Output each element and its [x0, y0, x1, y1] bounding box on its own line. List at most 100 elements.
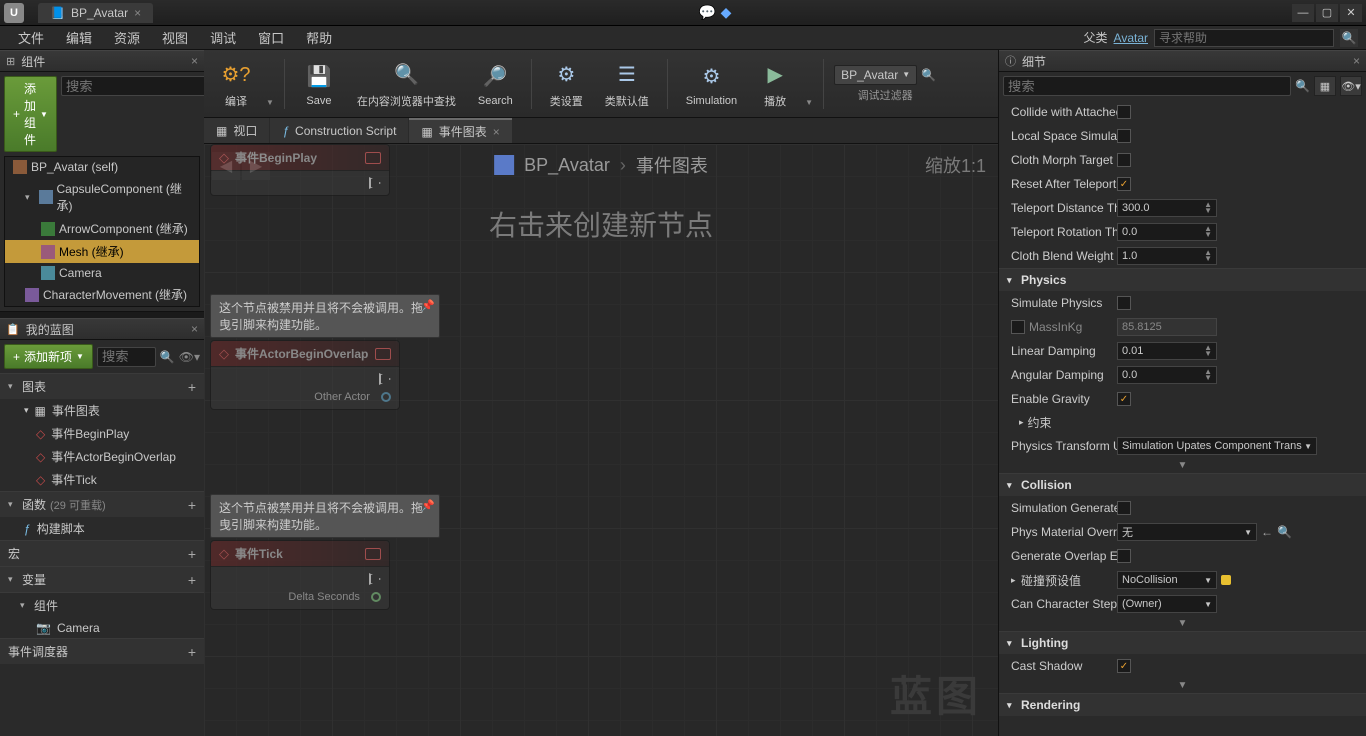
close-button[interactable]: ✕	[1340, 4, 1362, 22]
expand-physics[interactable]: ▼	[999, 458, 1366, 473]
row-constraints[interactable]: ▸约束	[999, 411, 1366, 434]
add-macro-icon[interactable]: +	[188, 546, 196, 562]
eye-icon[interactable]: 👁▾	[179, 350, 200, 364]
chat-icon[interactable]: 💬	[699, 4, 717, 22]
combo-box[interactable]: 无▼	[1117, 523, 1257, 541]
reset-to-default-icon[interactable]	[1221, 575, 1231, 585]
graph-canvas[interactable]: ◀ ▶ BP_Avatar › 事件图表 缩放1:1 右击来创建新节点 蓝图 ◇…	[204, 144, 998, 736]
comp-capsule[interactable]: ▾CapsuleComponent (继承)	[5, 177, 199, 217]
menu-view[interactable]: 视图	[152, 26, 198, 49]
checkbox[interactable]	[1117, 296, 1131, 310]
tab-eventgraph[interactable]: ▦事件图表×	[409, 118, 511, 143]
comp-charmove[interactable]: CharacterMovement (继承)	[5, 283, 199, 306]
source-control-icon[interactable]: ◆	[721, 4, 739, 22]
enable-toggle[interactable]	[365, 152, 381, 164]
checkbox[interactable]	[1117, 129, 1131, 143]
expand-collision[interactable]: ▼	[999, 616, 1366, 631]
add-new-button[interactable]: + 添加新项 ▼	[4, 344, 93, 369]
category-physics[interactable]: ▾Physics	[999, 268, 1366, 291]
exec-out-pin[interactable]	[369, 573, 381, 585]
node-tick[interactable]: ◇事件Tick Delta Seconds	[210, 540, 390, 610]
breadcrumb-leaf[interactable]: 事件图表	[636, 152, 708, 178]
add-variable-icon[interactable]: +	[188, 572, 196, 588]
category-lighting[interactable]: ▾Lighting	[999, 631, 1366, 654]
exec-out-pin[interactable]	[369, 177, 381, 189]
add-component-button[interactable]: + 添加组件 ▼	[4, 76, 57, 152]
item-eventgraph[interactable]: ▾▦事件图表	[0, 399, 204, 422]
add-graph-icon[interactable]: +	[188, 379, 196, 395]
expand-icon[interactable]: ▾	[25, 192, 35, 203]
checkbox[interactable]	[1117, 659, 1131, 673]
event-tick[interactable]: ◇事件Tick	[0, 468, 204, 491]
section-dispatchers[interactable]: 事件调度器+	[0, 638, 204, 664]
browse-icon[interactable]: 🔍	[1277, 525, 1292, 539]
search-icon[interactable]: 🔍	[1340, 29, 1358, 47]
checkbox[interactable]	[1117, 549, 1131, 563]
number-input[interactable]: 0.01▲▼	[1117, 342, 1217, 360]
window-tab[interactable]: 📘 BP_Avatar ×	[38, 3, 153, 23]
search-button[interactable]: 🔎Search	[470, 57, 521, 111]
menu-edit[interactable]: 编辑	[56, 26, 102, 49]
myblueprint-search-input[interactable]	[97, 347, 156, 367]
add-function-icon[interactable]: +	[188, 497, 196, 513]
number-input[interactable]: 300.0▲▼	[1117, 199, 1217, 217]
maximize-button[interactable]: ▢	[1316, 4, 1338, 22]
combo-box[interactable]: NoCollision▼	[1117, 571, 1217, 589]
tab-viewport[interactable]: ▦视口	[204, 118, 269, 143]
event-actorbeginoverlap[interactable]: ◇事件ActorBeginOverlap	[0, 445, 204, 468]
search-icon[interactable]: 🔍	[921, 68, 936, 82]
class-settings-button[interactable]: ⚙类设置	[542, 55, 591, 113]
section-graphs[interactable]: ▾图表+	[0, 373, 204, 399]
comp-mesh[interactable]: Mesh (继承)	[5, 240, 199, 263]
details-search-input[interactable]	[1003, 76, 1291, 96]
category-collision[interactable]: ▾Collision	[999, 473, 1366, 496]
func-construction[interactable]: ƒ构建脚本	[0, 517, 204, 540]
myblueprint-panel-tab[interactable]: 📋 我的蓝图 ×	[0, 318, 204, 340]
close-icon[interactable]: ×	[191, 54, 198, 68]
search-icon[interactable]: 🔍	[1295, 79, 1310, 93]
comp-arrow[interactable]: ArrowComponent (继承)	[5, 217, 199, 240]
debug-object-dropdown[interactable]: BP_Avatar▼	[834, 65, 917, 85]
add-dispatcher-icon[interactable]: +	[188, 644, 196, 660]
number-input[interactable]: 0.0▲▼	[1117, 223, 1217, 241]
menu-help[interactable]: 帮助	[296, 26, 342, 49]
node-beginplay[interactable]: ◇事件BeginPlay	[210, 144, 390, 196]
components-panel-tab[interactable]: ⊞ 组件 ×	[0, 50, 204, 72]
enable-toggle[interactable]	[375, 348, 391, 360]
menu-debug[interactable]: 调试	[200, 26, 246, 49]
tab-construction[interactable]: ƒConstruction Script	[270, 118, 408, 143]
combo-box[interactable]: (Owner)▼	[1117, 595, 1217, 613]
play-button[interactable]: ▶播放	[751, 55, 799, 113]
comp-self[interactable]: BP_Avatar (self)	[5, 157, 199, 177]
category-rendering[interactable]: ▾Rendering	[999, 693, 1366, 716]
browse-button[interactable]: 🔍在内容浏览器中查找	[349, 55, 464, 113]
checkbox[interactable]	[1011, 320, 1025, 334]
menu-window[interactable]: 窗口	[248, 26, 294, 49]
compile-button[interactable]: ⚙?编译	[212, 55, 260, 113]
menu-asset[interactable]: 资源	[104, 26, 150, 49]
close-icon[interactable]: ×	[191, 322, 198, 336]
event-beginplay[interactable]: ◇事件BeginPlay	[0, 422, 204, 445]
number-input[interactable]: 1.0▲▼	[1117, 247, 1217, 265]
chevron-down-icon[interactable]: ▼	[266, 98, 274, 107]
breadcrumb-root[interactable]: BP_Avatar	[524, 155, 610, 176]
checkbox[interactable]	[1117, 105, 1131, 119]
comp-camera[interactable]: Camera	[5, 263, 199, 283]
class-defaults-button[interactable]: ☰类默认值	[597, 55, 657, 113]
parent-class-link[interactable]: Avatar	[1114, 31, 1148, 45]
property-matrix-button[interactable]: ▦	[1314, 76, 1336, 96]
menu-file[interactable]: 文件	[8, 26, 54, 49]
combo-box[interactable]: Simulation Upates Component Trans▼	[1117, 437, 1317, 455]
section-functions[interactable]: ▾函数(29 可重载)+	[0, 491, 204, 517]
details-panel-tab[interactable]: ⓘ 细节 ×	[999, 50, 1366, 72]
close-tab-icon[interactable]: ×	[493, 125, 500, 139]
delta-seconds-pin[interactable]: Delta Seconds	[288, 591, 381, 603]
help-search-input[interactable]	[1154, 29, 1334, 47]
use-selected-icon[interactable]: ←	[1261, 525, 1273, 539]
other-actor-pin[interactable]: Other Actor	[314, 391, 391, 403]
close-tab-icon[interactable]: ×	[134, 6, 141, 20]
checkbox[interactable]	[1117, 177, 1131, 191]
checkbox[interactable]	[1117, 392, 1131, 406]
section-components-vars[interactable]: ▾组件	[0, 592, 204, 618]
visibility-button[interactable]: 👁▾	[1340, 76, 1362, 96]
